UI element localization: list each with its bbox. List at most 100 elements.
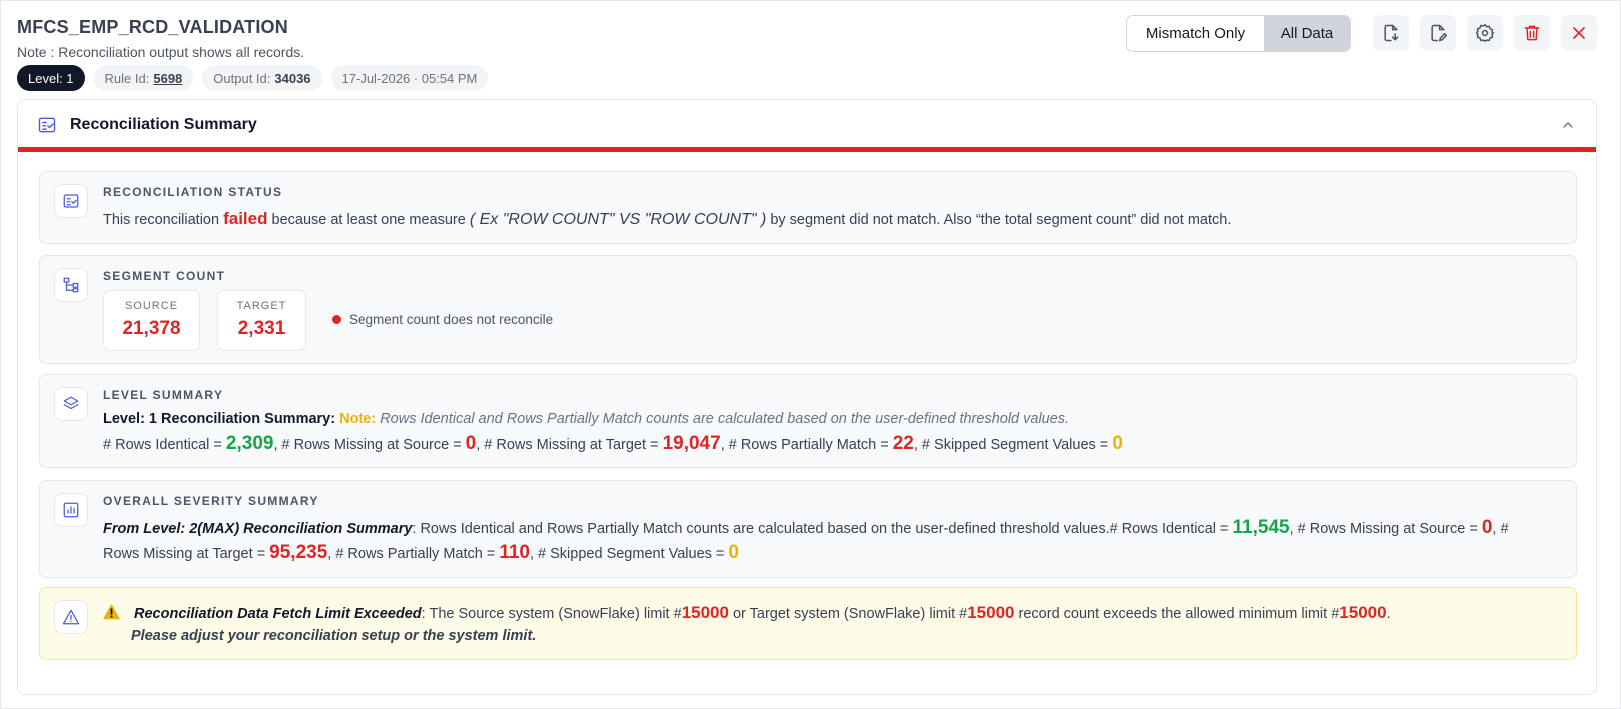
output-id-label: Output Id: [213, 70, 271, 86]
output-id-value: 34036 [274, 70, 311, 86]
close-button[interactable] [1561, 15, 1597, 51]
edit-file-icon [1431, 24, 1448, 42]
status-section: RECONCILIATION STATUS This reconciliatio… [39, 171, 1577, 244]
overall-missing-source-label: , # Rows Missing at Source = [1289, 521, 1482, 537]
status-text: This reconciliation failed because at le… [103, 209, 1231, 229]
close-icon [1573, 27, 1585, 39]
segment-count-section: SEGMENT COUNT SOURCE 21,378 TARGET 2,331… [39, 255, 1577, 364]
segment-status: Segment count does not reconcile [332, 312, 553, 327]
target-value: 2,331 [237, 318, 286, 339]
download-file-icon [1384, 24, 1399, 42]
data-filter-toggle: Mismatch Only All Data [1126, 15, 1351, 52]
overall-icon-box [54, 493, 88, 527]
summary-header[interactable]: Reconciliation Summary [18, 100, 1596, 152]
status-label: RECONCILIATION STATUS [103, 185, 283, 199]
trash-icon [1524, 25, 1540, 41]
page-title: MFCS_EMP_RCD_VALIDATION [17, 17, 288, 37]
warning-title: Reconciliation Data Fetch Limit Exceeded [134, 606, 422, 622]
target-label: TARGET [236, 300, 287, 312]
level-chip: Level: 1 [17, 65, 85, 91]
warning-icon [103, 603, 120, 620]
hierarchy-icon [63, 277, 79, 293]
warning-source-limit: 15000 [681, 603, 729, 622]
level-missing-source-label: , # Rows Missing at Source = [273, 437, 466, 453]
level-note-text: Rows Identical and Rows Partially Match … [380, 411, 1070, 427]
warning-min-limit: 15000 [1339, 603, 1387, 622]
level-note-label: Note: [339, 411, 377, 427]
overall-severity-label: OVERALL SEVERITY SUMMARY [103, 494, 319, 508]
layers-icon [63, 396, 79, 410]
edit-file-button[interactable] [1420, 15, 1456, 51]
level-summary-section: LEVEL SUMMARY Level: 1 Reconciliation Su… [39, 374, 1577, 468]
overall-heading: From Level: 2(MAX) Reconciliation Summar… [103, 521, 413, 537]
datetime-text: 17-Jul-2026 · 05:54 PM [341, 70, 478, 86]
warning-line-1: Reconciliation Data Fetch Limit Exceeded… [134, 603, 1391, 623]
segment-icon-box [54, 268, 88, 302]
checklist-icon [63, 194, 79, 208]
overall-missing-source-value: 0 [1481, 517, 1493, 538]
level-partial-value: 22 [892, 433, 914, 454]
level-skipped-value: 0 [1112, 433, 1123, 454]
status-text-2: because at least one measure [267, 212, 470, 228]
warning-text-2: or Target system (SnowFlake) limit # [728, 606, 968, 622]
chevron-up-icon[interactable] [1560, 117, 1576, 133]
level-heading-line: Level: 1 Reconciliation Summary: Note: R… [103, 411, 1069, 427]
status-failed: failed [223, 209, 268, 228]
warning-text-4: . [1386, 606, 1391, 622]
fetch-limit-warning: Reconciliation Data Fetch Limit Exceeded… [39, 587, 1577, 660]
source-value: 21,378 [122, 318, 181, 339]
all-data-option[interactable]: All Data [1264, 16, 1350, 51]
level-metrics-line: # Rows Identical = 2,309, # Rows Missing… [103, 433, 1123, 455]
overall-severity-section: OVERALL SEVERITY SUMMARY From Level: 2(M… [39, 480, 1577, 578]
segment-status-text: Segment count does not reconcile [349, 312, 554, 327]
overall-identical-value: 11,545 [1232, 517, 1290, 538]
level-missing-target-value: 19,047 [662, 433, 721, 454]
rule-id-label: Rule Id: [104, 70, 150, 86]
overall-skipped-label: , # Skipped Segment Values = [529, 546, 729, 562]
warning-line-2: Please adjust your reconciliation setup … [131, 628, 536, 644]
overall-identical-label: # Rows Identical = [1109, 521, 1233, 537]
level-partial-label: , # Rows Partially Match = [720, 437, 893, 453]
warning-text-3: record count exceeds the allowed minimum… [1014, 606, 1340, 622]
warning-advice: Please adjust your reconciliation setup … [131, 628, 537, 644]
level-identical-value: 2,309 [225, 433, 274, 454]
status-text-1: This reconciliation [103, 212, 224, 228]
overall-missing-target-label: Rows Missing at Target = [103, 546, 270, 562]
overall-line-1: From Level: 2(MAX) Reconciliation Summar… [103, 517, 1509, 539]
output-id-chip: Output Id: 34036 [202, 65, 322, 91]
status-text-3: by segment did not match. Also “the tota… [766, 212, 1232, 228]
mismatch-only-option[interactable]: Mismatch Only [1127, 16, 1264, 51]
level-heading: Level: 1 Reconciliation Summary: [103, 411, 336, 427]
rule-id-chip: Rule Id: 5698 [93, 65, 194, 91]
level-skipped-label: , # Skipped Segment Values = [913, 437, 1113, 453]
warning-icon-box [54, 600, 88, 634]
delete-button[interactable] [1514, 15, 1550, 51]
level-icon-box [54, 387, 88, 421]
download-file-button[interactable] [1373, 15, 1409, 51]
meta-chips: Level: 1 Rule Id: 5698 Output Id: 34036 17… [17, 65, 489, 91]
settings-button[interactable] [1467, 15, 1503, 51]
overall-missing-target-value: 95,235 [269, 542, 328, 563]
reconciliation-summary-card: Reconciliation Summary RECONCILIATION ST… [17, 99, 1597, 695]
level-chip-text: Level: 1 [28, 70, 74, 86]
bar-chart-icon [63, 502, 79, 518]
summary-title: Reconciliation Summary [70, 116, 257, 133]
overall-partial-value: 110 [499, 542, 530, 563]
rule-id-link[interactable]: 5698 [153, 71, 182, 86]
source-label: SOURCE [124, 300, 179, 312]
page-note: Note : Reconciliation output shows all r… [17, 44, 305, 60]
level-missing-source-value: 0 [465, 433, 477, 454]
overall-skipped-value: 0 [728, 542, 739, 563]
status-measure: ( Ex "ROW COUNT" VS "ROW COUNT" ) [469, 211, 767, 228]
segment-count-label: SEGMENT COUNT [103, 269, 226, 283]
level-missing-target-label: , # Rows Missing at Target = [476, 437, 663, 453]
datetime-chip: 17-Jul-2026 · 05:54 PM [330, 65, 489, 91]
overall-partial-label: , # Rows Partially Match = [327, 546, 500, 562]
status-icon-box [54, 184, 88, 218]
source-count-box: SOURCE 21,378 [103, 290, 200, 351]
overall-wrap-hash: , # [1492, 521, 1509, 537]
gear-icon [1475, 23, 1495, 43]
overall-line-2: Rows Missing at Target = 95,235, # Rows … [103, 542, 739, 564]
status-dot [332, 315, 341, 324]
checklist-icon [38, 117, 56, 133]
